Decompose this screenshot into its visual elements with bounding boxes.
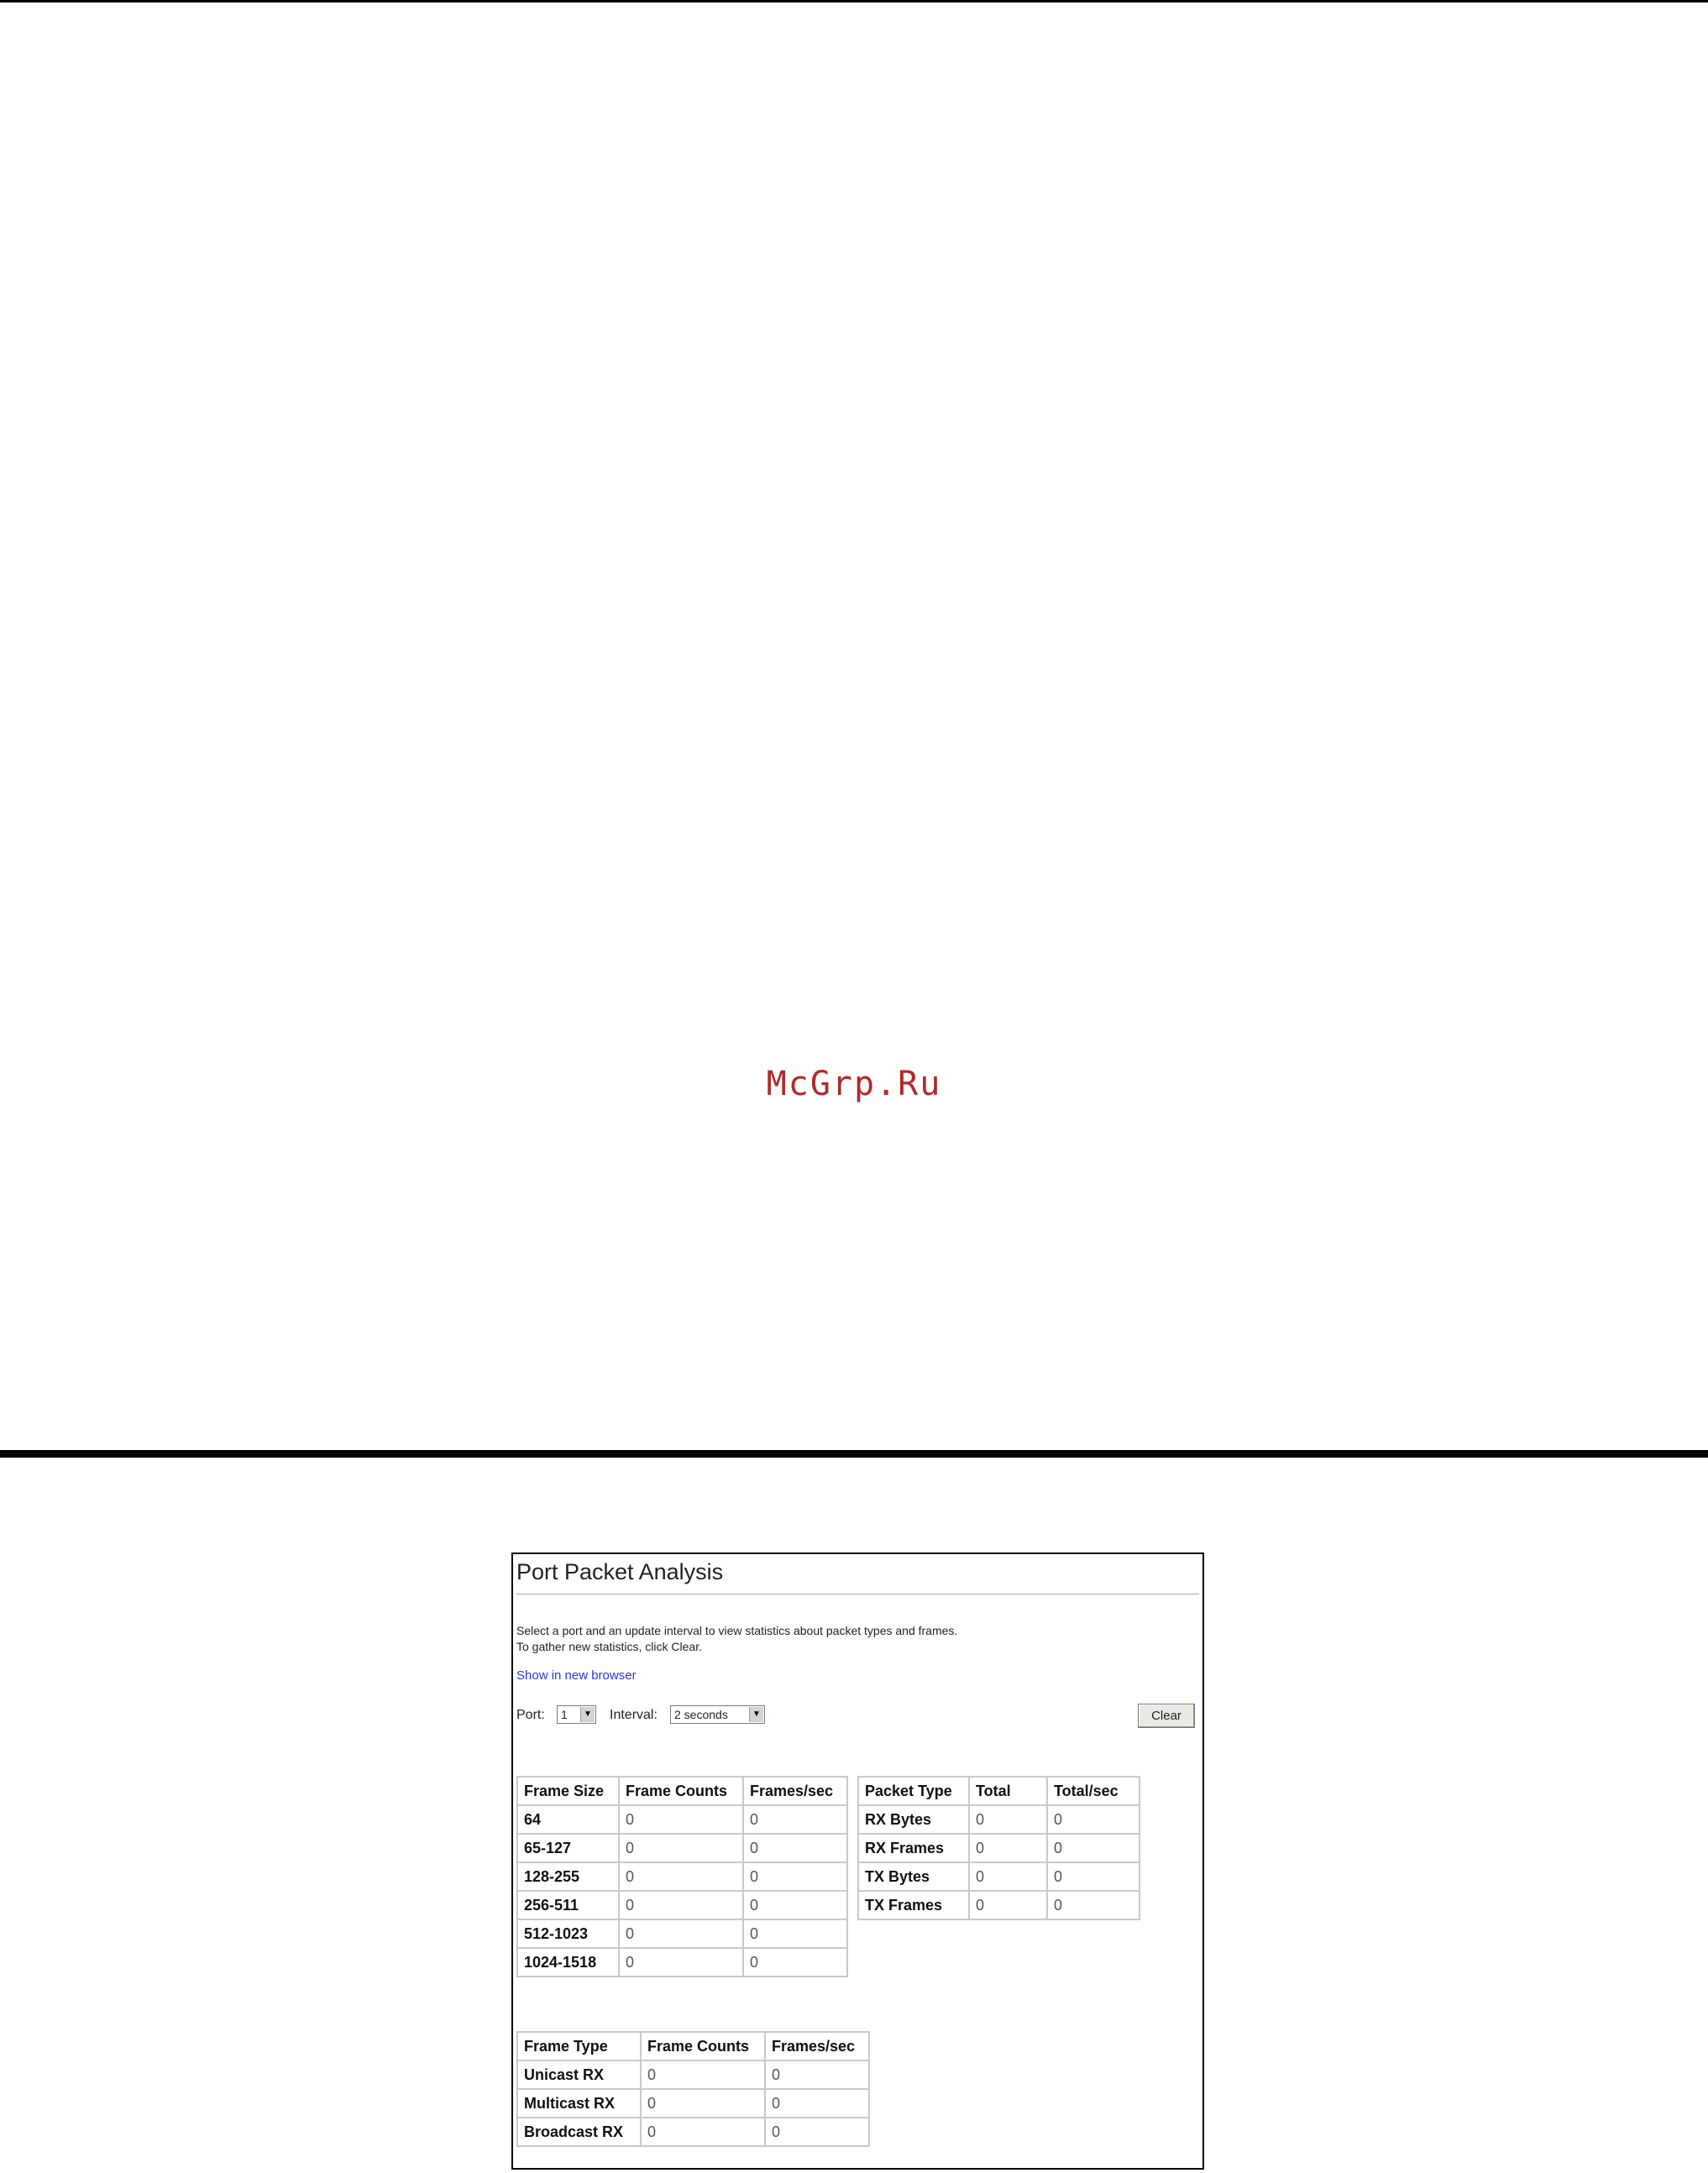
interval-label: Interval: <box>610 1708 658 1722</box>
frames-per-sec-value: 0 <box>742 1919 848 1949</box>
table-row: Broadcast RX 0 0 <box>516 2117 870 2147</box>
frame-size-table: Frame Size Frame Counts Frames/sec 64 0 … <box>516 1776 848 1977</box>
table-row: Multicast RX 0 0 <box>516 2088 870 2118</box>
interval-select-value: 2 seconds <box>674 1708 728 1721</box>
frames-per-sec-value: 0 <box>764 2060 870 2090</box>
row-label: RX Bytes <box>857 1804 970 1835</box>
row-label: 64 <box>516 1804 620 1835</box>
table-row: 512-1023 0 0 <box>516 1919 848 1949</box>
table-header-row: Frame Type Frame Counts Frames/sec <box>516 2031 870 2061</box>
frame-counts-value: 0 <box>640 2088 766 2118</box>
column-header: Frames/sec <box>742 1776 848 1806</box>
table-row: 1024-1518 0 0 <box>516 1947 848 1977</box>
row-label: TX Bytes <box>857 1861 970 1892</box>
total-value: 0 <box>968 1861 1048 1892</box>
table-row: RX Bytes 0 0 <box>857 1804 1140 1835</box>
section-rule <box>0 1450 1708 1458</box>
page-title: Port Packet Analysis <box>516 1559 724 1584</box>
row-label: 1024-1518 <box>516 1947 620 1977</box>
packet-type-table: Packet Type Total Total/sec RX Bytes 0 0… <box>857 1776 1140 1920</box>
chevron-down-icon[interactable]: ▼ <box>580 1707 595 1722</box>
table-row: TX Frames 0 0 <box>857 1890 1140 1920</box>
frame-counts-value: 0 <box>618 1947 744 1977</box>
table-row: 256-511 0 0 <box>516 1890 848 1920</box>
frame-counts-value: 0 <box>618 1861 744 1892</box>
total-value: 0 <box>968 1890 1048 1920</box>
frames-per-sec-value: 0 <box>742 1890 848 1920</box>
frames-per-sec-value: 0 <box>764 2088 870 2118</box>
frames-per-sec-value: 0 <box>742 1947 848 1977</box>
total-per-sec-value: 0 <box>1046 1833 1140 1863</box>
row-label: 512-1023 <box>516 1919 620 1949</box>
port-label: Port: <box>516 1708 545 1722</box>
column-header: Packet Type <box>857 1776 970 1806</box>
description-line-1: Select a port and an update interval to … <box>516 1624 958 1637</box>
row-label: Multicast RX <box>516 2088 642 2118</box>
table-row: 65-127 0 0 <box>516 1833 848 1863</box>
description: Select a port and an update interval to … <box>516 1623 957 1655</box>
frame-counts-value: 0 <box>640 2060 766 2090</box>
row-label: 65-127 <box>516 1833 620 1863</box>
port-packet-analysis-panel: Port Packet Analysis Select a port and a… <box>511 1553 1204 2170</box>
frame-counts-value: 0 <box>618 1919 744 1949</box>
frames-per-sec-value: 0 <box>764 2117 870 2147</box>
description-line-2: To gather new statistics, click Clear. <box>516 1640 702 1653</box>
chevron-down-icon[interactable]: ▼ <box>749 1707 763 1722</box>
column-header: Frame Type <box>516 2031 642 2061</box>
table-header-row: Packet Type Total Total/sec <box>857 1776 1140 1806</box>
frames-per-sec-value: 0 <box>742 1861 848 1892</box>
table-row: Unicast RX 0 0 <box>516 2060 870 2090</box>
column-header: Frames/sec <box>764 2031 870 2061</box>
row-label: Unicast RX <box>516 2060 642 2090</box>
clear-button[interactable]: Clear <box>1138 1704 1195 1728</box>
table-row: 128-255 0 0 <box>516 1861 848 1892</box>
watermark: McGrp.Ru <box>766 1065 942 1103</box>
frame-counts-value: 0 <box>618 1833 744 1863</box>
row-label: 256-511 <box>516 1890 620 1920</box>
column-header: Frame Counts <box>640 2031 766 2061</box>
column-header: Frame Size <box>516 1776 620 1806</box>
row-label: TX Frames <box>857 1890 970 1920</box>
port-select[interactable]: 1 ▼ <box>557 1705 596 1724</box>
port-select-value: 1 <box>561 1708 568 1721</box>
total-per-sec-value: 0 <box>1046 1890 1140 1920</box>
table-row: TX Bytes 0 0 <box>857 1861 1140 1892</box>
frame-counts-value: 0 <box>618 1804 744 1835</box>
interval-select[interactable]: 2 seconds ▼ <box>670 1705 765 1724</box>
table-row: RX Frames 0 0 <box>857 1833 1140 1863</box>
frame-counts-value: 0 <box>640 2117 766 2147</box>
row-label: Broadcast RX <box>516 2117 642 2147</box>
row-label: 128-255 <box>516 1861 620 1892</box>
column-header: Total <box>968 1776 1048 1806</box>
row-label: RX Frames <box>857 1833 970 1863</box>
column-header: Total/sec <box>1046 1776 1140 1806</box>
show-in-new-browser-link[interactable]: Show in new browser <box>516 1668 637 1683</box>
frames-per-sec-value: 0 <box>742 1804 848 1835</box>
total-value: 0 <box>968 1804 1048 1835</box>
top-rule <box>0 0 1708 3</box>
frame-counts-value: 0 <box>618 1890 744 1920</box>
frames-per-sec-value: 0 <box>742 1833 848 1863</box>
frame-type-table: Frame Type Frame Counts Frames/sec Unica… <box>516 2031 870 2147</box>
total-value: 0 <box>968 1833 1048 1863</box>
total-per-sec-value: 0 <box>1046 1804 1140 1835</box>
column-header: Frame Counts <box>618 1776 744 1806</box>
table-header-row: Frame Size Frame Counts Frames/sec <box>516 1776 848 1806</box>
total-per-sec-value: 0 <box>1046 1861 1140 1892</box>
table-row: 64 0 0 <box>516 1804 848 1835</box>
